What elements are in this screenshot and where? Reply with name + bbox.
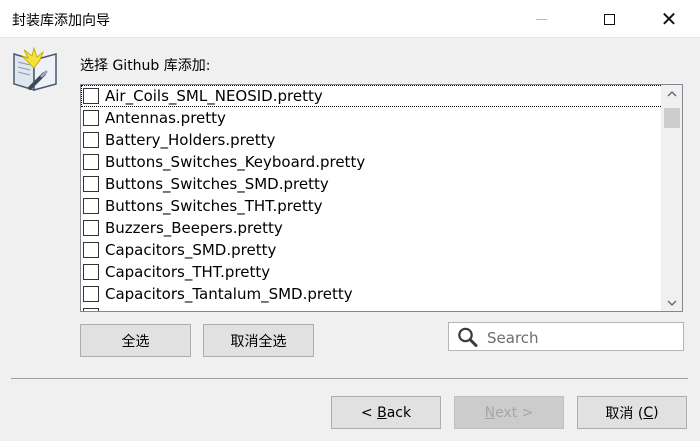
cancel-button-prefix: 取消 (: [605, 405, 644, 422]
list-item-label: Air_Coils_SML_NEOSID.pretty: [105, 87, 323, 105]
checkbox[interactable]: [83, 264, 99, 280]
prompt-label: 选择 Github 库添加:: [80, 58, 211, 74]
close-icon: ✕: [660, 7, 678, 31]
scroll-thumb[interactable]: [664, 108, 680, 128]
checkbox[interactable]: [83, 286, 99, 302]
title-bar: 封装库添加向导 ✕: [0, 0, 700, 38]
checkbox[interactable]: [83, 176, 99, 192]
checkbox[interactable]: [83, 88, 99, 104]
list-item-partial[interactable]: [81, 305, 663, 311]
checkbox[interactable]: [83, 198, 99, 214]
wizard-book-wand-icon: [13, 46, 57, 92]
list-item-label: Buzzers_Beepers.pretty: [105, 219, 283, 237]
checkbox[interactable]: [83, 308, 99, 311]
search-box[interactable]: [448, 322, 684, 351]
chevron-down-icon: [667, 300, 677, 306]
list-item-label: Capacitors_THT.pretty: [105, 263, 271, 281]
library-list-items: Air_Coils_SML_NEOSID.pretty Antennas.pre…: [81, 85, 663, 311]
list-item[interactable]: Buttons_Switches_THT.pretty: [81, 195, 663, 217]
checkbox[interactable]: [83, 220, 99, 236]
back-button-rest: ack: [386, 404, 412, 421]
list-item[interactable]: Capacitors_SMD.pretty: [81, 239, 663, 261]
select-all-button[interactable]: 全选: [80, 324, 191, 357]
chevron-up-icon: [667, 90, 677, 96]
list-item-label: Antennas.pretty: [105, 109, 226, 127]
checkbox[interactable]: [83, 154, 99, 170]
list-item-label: Buttons_Switches_THT.pretty: [105, 197, 323, 215]
list-item-label: Buttons_Switches_SMD.pretty: [105, 175, 329, 193]
window-title: 封装库添加向导: [12, 13, 110, 29]
list-item-label: Capacitors_Tantalum_SMD.pretty: [105, 285, 353, 303]
next-button-mnemonic: N: [484, 404, 496, 421]
back-button-prefix: <: [360, 404, 378, 421]
list-item[interactable]: Battery_Holders.pretty: [81, 129, 663, 151]
checkbox[interactable]: [83, 110, 99, 126]
next-button-rest: ext >: [495, 404, 534, 421]
list-item[interactable]: Antennas.pretty: [81, 107, 663, 129]
list-item[interactable]: Buttons_Switches_Keyboard.pretty: [81, 151, 663, 173]
list-item-label: Buttons_Switches_Keyboard.pretty: [105, 153, 366, 171]
deselect-all-button[interactable]: 取消全选: [203, 324, 314, 357]
minimize-icon: [535, 18, 547, 20]
checkbox[interactable]: [83, 132, 99, 148]
search-input[interactable]: [485, 326, 679, 350]
scroll-down-button[interactable]: [662, 294, 682, 311]
library-list[interactable]: Air_Coils_SML_NEOSID.pretty Antennas.pre…: [80, 84, 683, 312]
vertical-scrollbar[interactable]: [661, 85, 682, 311]
list-item[interactable]: Buttons_Switches_SMD.pretty: [81, 173, 663, 195]
back-button-mnemonic: B: [377, 404, 387, 421]
list-item[interactable]: Buzzers_Beepers.pretty: [81, 217, 663, 239]
cancel-button-mnemonic: C: [643, 404, 654, 421]
footer-divider: [11, 378, 688, 379]
maximize-icon: [603, 13, 615, 25]
scroll-up-button[interactable]: [662, 85, 682, 102]
minimize-button[interactable]: [518, 0, 564, 38]
cancel-button[interactable]: 取消 (C): [577, 396, 687, 429]
maximize-button[interactable]: [586, 0, 632, 38]
list-item[interactable]: Air_Coils_SML_NEOSID.pretty: [81, 85, 663, 107]
cancel-button-suffix: ): [653, 404, 659, 421]
close-button[interactable]: ✕: [646, 0, 692, 38]
list-item-label: Capacitors_SMD.pretty: [105, 241, 277, 259]
list-item[interactable]: Capacitors_THT.pretty: [81, 261, 663, 283]
search-icon: [458, 327, 478, 347]
list-item-label: Battery_Holders.pretty: [105, 131, 276, 149]
next-button[interactable]: Next >: [454, 396, 564, 429]
back-button[interactable]: < Back: [331, 396, 441, 429]
list-item[interactable]: Capacitors_Tantalum_SMD.pretty: [81, 283, 663, 305]
checkbox[interactable]: [83, 242, 99, 258]
